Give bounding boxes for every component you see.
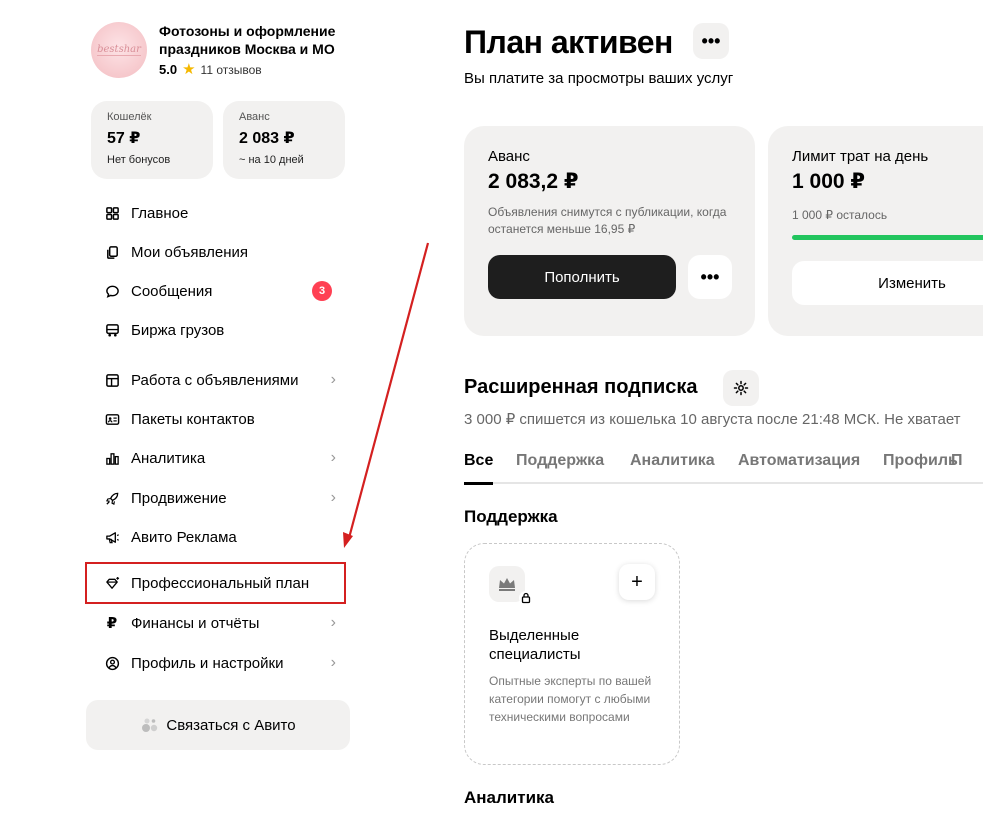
page-subtitle: Вы платите за просмотры ваших услуг [464, 70, 734, 87]
contact-avito-button[interactable]: Связаться с Авито [86, 700, 350, 750]
chat-bubble-icon [104, 283, 120, 299]
avatar-logo-text: bestshar [97, 44, 141, 56]
sidebar-item-label: Финансы и отчёты [131, 614, 260, 632]
chevron-right-icon: › [330, 654, 336, 671]
chevron-right-icon: › [330, 371, 336, 388]
advance-card-value: 2 083,2 ₽ [488, 170, 579, 193]
wallet-sub: Нет бонусов [107, 154, 171, 166]
subscription-title: Расширенная подписка [464, 376, 698, 398]
feature-tabs: Все Поддержка Аналитика Автоматизация Пр… [464, 452, 983, 485]
sidebar-item-promotion[interactable]: Продвижение › [104, 486, 336, 510]
avatar[interactable]: bestshar [91, 22, 147, 78]
advance-card-note: Объявления снимутся с публикации, когда … [488, 205, 727, 236]
limit-card-value: 1 000 ₽ [792, 170, 865, 193]
subscription-settings-button[interactable] [723, 370, 759, 406]
change-limit-button[interactable]: Изменить [792, 261, 983, 305]
bar-chart-icon [104, 450, 120, 466]
page-title: План активен [464, 24, 673, 60]
user-circle-icon [104, 655, 120, 671]
page-more-button[interactable]: ••• [693, 23, 729, 59]
limit-progress-fill [792, 235, 983, 240]
tab-profile[interactable]: Профиль [883, 452, 958, 484]
tab-automation[interactable]: Автоматизация [738, 452, 860, 484]
sidebar-item-main[interactable]: Главное [104, 201, 336, 225]
sidebar-item-my-ads[interactable]: Мои объявления [104, 240, 336, 264]
copy-icon [104, 244, 120, 260]
subscription-note: 3 000 ₽ спишется из кошелька 10 августа … [464, 411, 961, 428]
sidebar-item-label: Мои объявления [131, 243, 248, 261]
gear-icon [733, 380, 749, 396]
reviews-link[interactable]: 11 отзывов [201, 63, 262, 77]
advance-mini-card[interactable]: Аванс 2 083 ₽ ~ на 10 дней [223, 101, 345, 179]
sidebar-item-label: Продвижение [131, 489, 227, 507]
wallet-value: 57 ₽ [107, 130, 141, 147]
advance-mini-value: 2 083 ₽ [239, 130, 295, 147]
rating-value: 5.0 [159, 62, 178, 77]
feature-description: Опытные эксперты по вашей категории помо… [489, 674, 652, 724]
advance-mini-label: Аванс [239, 111, 270, 123]
sidebar-item-label: Профиль и настройки [131, 654, 284, 672]
sidebar-item-label: Аналитика [131, 449, 206, 467]
sidebar-item-cargo[interactable]: Биржа грузов [104, 318, 336, 342]
profile-rating: 5.0 ★ 11 отзывов [159, 62, 359, 77]
feature-card-dedicated-specialists[interactable]: + Выделенные специалисты Опытные эксперт… [464, 543, 680, 765]
wallet-card[interactable]: Кошелёк 57 ₽ Нет бонусов [91, 101, 213, 179]
sidebar-item-label: Сообщения [131, 282, 213, 300]
layout-icon [104, 372, 120, 388]
sidebar-item-analytics[interactable]: Аналитика › [104, 446, 336, 470]
unread-badge: 3 [312, 281, 332, 301]
limit-remaining: 1 000 ₽ осталось [792, 208, 888, 222]
balance-cards: Кошелёк 57 ₽ Нет бонусов Аванс 2 083 ₽ ~… [91, 101, 345, 179]
active-tab-indicator [464, 482, 493, 485]
lock-icon [519, 591, 533, 610]
megaphone-icon [104, 529, 120, 545]
limit-progress-bar [792, 235, 983, 240]
grid-icon [104, 205, 120, 221]
profile-name[interactable]: Фотозоны и оформление праздников Москва … [159, 22, 359, 58]
chevron-right-icon: › [330, 614, 336, 631]
advance-card-label: Аванс [488, 148, 530, 165]
support-section-title: Поддержка [464, 507, 558, 526]
sidebar: bestshar Фотозоны и оформление празднико… [0, 0, 380, 822]
star-icon: ★ [182, 61, 196, 78]
advance-more-button[interactable]: ••• [688, 255, 732, 299]
sidebar-item-label: Пакеты контактов [131, 410, 255, 428]
id-card-icon [104, 411, 120, 427]
add-feature-button[interactable]: + [619, 564, 655, 600]
top-up-button[interactable]: Пополнить [488, 255, 676, 299]
sidebar-item-ads-work[interactable]: Работа с объявлениями › [104, 368, 336, 392]
sidebar-item-label: Биржа грузов [131, 321, 225, 339]
sidebar-item-label: Главное [131, 204, 189, 222]
limit-card-label: Лимит трат на день [792, 148, 929, 165]
sidebar-item-avito-ads[interactable]: Авито Реклама [104, 525, 336, 549]
tab-more[interactable]: П [951, 452, 963, 484]
sidebar-item-finance[interactable]: ₽ Финансы и отчёты › [104, 611, 336, 635]
tab-analytics[interactable]: Аналитика [630, 452, 715, 484]
avito-logo-icon [140, 715, 160, 735]
sidebar-item-contacts[interactable]: Пакеты контактов [104, 407, 336, 431]
advance-card: Аванс 2 083,2 ₽ Объявления снимутся с пу… [464, 126, 755, 336]
truck-icon [104, 322, 120, 338]
sidebar-item-messages[interactable]: Сообщения 3 [104, 279, 336, 303]
sidebar-item-profile[interactable]: Профиль и настройки › [104, 651, 336, 675]
sidebar-item-label: Работа с объявлениями [131, 371, 299, 389]
tab-all[interactable]: Все [464, 452, 493, 484]
daily-limit-card: Лимит трат на день 1 000 ₽ 1 000 ₽ остал… [768, 126, 983, 336]
chevron-right-icon: › [330, 489, 336, 506]
profile-info: Фотозоны и оформление праздников Москва … [159, 22, 359, 78]
profile-header[interactable]: bestshar Фотозоны и оформление празднико… [91, 22, 359, 78]
annotation-highlight-box [85, 562, 346, 604]
analytics-section-title: Аналитика [464, 788, 554, 807]
contact-avito-label: Связаться с Авито [166, 716, 296, 734]
crown-icon [489, 566, 533, 605]
rocket-icon [104, 490, 120, 506]
wallet-label: Кошелёк [107, 111, 152, 123]
chevron-right-icon: › [330, 449, 336, 466]
ruble-icon: ₽ [106, 615, 118, 632]
tab-support[interactable]: Поддержка [516, 452, 604, 484]
feature-title: Выделенные специалисты [489, 627, 581, 663]
main-content: План активен ••• Вы платите за просмотры… [464, 0, 983, 822]
advance-mini-sub: ~ на 10 дней [239, 154, 304, 166]
sidebar-item-label: Авито Реклама [131, 528, 237, 546]
